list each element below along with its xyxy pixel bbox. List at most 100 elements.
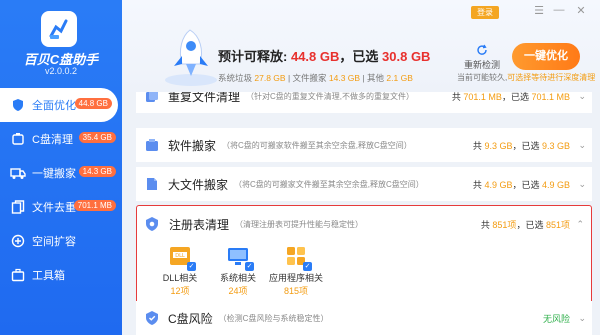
subitem-label: 应用程序相关 xyxy=(268,273,323,283)
deep-clean-hint: 当前可能较久,可选择等待进行深度清理 xyxy=(457,72,595,83)
subitem-count: 24项 xyxy=(228,286,248,296)
list-item-c-risk[interactable]: C盘风险 （检测C盘风险与系统稳定性） 无风险 ⌄ xyxy=(136,301,592,335)
chevron-down-icon[interactable]: ⌄ xyxy=(578,92,586,102)
stat-selected: 701.1 MB xyxy=(531,92,570,102)
sidebar-item-c-clean[interactable]: C盘清理 35.4 GB xyxy=(0,122,122,156)
chevron-down-icon[interactable]: ⌄ xyxy=(578,179,586,190)
size-badge: 44.8 GB xyxy=(74,98,112,109)
hint-prefix: 当前可能较久, xyxy=(457,73,508,82)
size-badge: 14.3 GB xyxy=(78,166,116,177)
toolbox-icon xyxy=(10,267,26,283)
checkbox-checked[interactable]: ✓ xyxy=(245,262,254,271)
dll-icon: DLL ✓ xyxy=(167,246,196,271)
stat-mid: ，已选 xyxy=(516,219,544,230)
headline-prefix: 预计可释放: xyxy=(218,49,288,64)
sidebar-item-label: 工具箱 xyxy=(32,270,65,282)
stat-selected: 4.9 GB xyxy=(541,179,570,190)
risk-status: 无风险 xyxy=(542,313,570,324)
sidebar-item-label: C盘清理 xyxy=(32,134,73,146)
rescan-button[interactable]: 重新检测 xyxy=(462,44,502,71)
list-item-software-move[interactable]: 软件搬家 （将C盘的可搬家软件搬至其余空余盘,释放C盘空间） 共 9.3 GB，… xyxy=(136,128,592,162)
list-item-bigfile-move[interactable]: 大文件搬家 （将C盘的可搬家文件搬至其余空余盘,释放C盘空间） 共 4.9 GB… xyxy=(136,167,592,201)
app-logo-icon xyxy=(41,11,77,47)
big-file-icon xyxy=(147,178,157,190)
rocket-icon xyxy=(165,29,217,86)
sidebar-item-dedupe[interactable]: 文件去重 701.1 MB xyxy=(0,190,122,224)
row-desc: （将C盘的可搬家软件搬至其余空余盘,释放C盘空间） xyxy=(222,140,412,150)
row-desc: （针对C盘的重复文件清理,不做多的重复文件） xyxy=(246,92,415,101)
sidebar-item-label: 文件去重 xyxy=(32,202,76,214)
files-icon xyxy=(10,199,26,215)
duplicate-icon xyxy=(146,92,158,102)
row-stat: 共 851项，已选 851项 xyxy=(481,218,570,231)
sidebar-item-label: 一键搬家 xyxy=(32,168,76,180)
list-item-duplicate-clean[interactable]: 重复文件清理 （针对C盘的重复文件清理,不做多的重复文件） 共 701.1 MB… xyxy=(136,92,592,113)
subitem-label: 系统相关 xyxy=(219,273,256,283)
subitem-dll[interactable]: DLL ✓ DLL相关 12项 xyxy=(151,246,209,297)
stat-prefix: 共 xyxy=(451,92,461,102)
optimize-list: 重复文件清理 （针对C盘的重复文件清理,不做多的重复文件） 共 701.1 MB… xyxy=(136,92,592,335)
header: 登录 ☰ — ✕ 预计可释放: 44.8 GB，已选 30.8 GB 系统垃圾 … xyxy=(122,0,600,92)
move-label: 文件搬家 xyxy=(292,73,327,83)
selected-amount: 30.8 GB xyxy=(382,49,431,64)
release-headline: 预计可释放: 44.8 GB，已选 30.8 GB xyxy=(218,46,430,65)
menu-icon[interactable]: ☰ xyxy=(532,4,546,17)
one-click-optimize-button[interactable]: 一键优化 xyxy=(512,43,580,70)
stat-total: 9.3 GB xyxy=(484,140,513,151)
truck-icon xyxy=(10,165,26,181)
sidebar-item-move[interactable]: 一键搬家 14.3 GB xyxy=(0,156,122,190)
subitem-label: DLL相关 xyxy=(162,273,198,283)
chevron-up-icon[interactable]: ⌃ xyxy=(576,219,584,230)
row-title: 大文件搬家 xyxy=(168,177,229,192)
release-breakdown: 系统垃圾 27.8 GB | 文件搬家 14.3 GB | 其他 2.1 GB xyxy=(218,72,413,84)
sidebar-item-toolbox[interactable]: 工具箱 xyxy=(0,258,122,292)
close-icon[interactable]: ✕ xyxy=(574,4,588,17)
stat-mid: ，已选 xyxy=(512,140,540,151)
expand-icon xyxy=(10,233,26,249)
separator: | xyxy=(285,73,293,83)
subitem-apps[interactable]: ✓ 应用程序相关 815项 xyxy=(267,246,325,297)
deep-clean-link[interactable]: 可选择等待进行深度清理 xyxy=(507,73,595,82)
stat-prefix: 共 xyxy=(472,179,482,190)
login-button[interactable]: 登录 xyxy=(471,6,499,19)
broom-icon xyxy=(10,131,26,147)
stat-mid: ，已选 xyxy=(512,179,540,190)
stat-prefix: 共 xyxy=(472,140,482,151)
svg-text:DLL: DLL xyxy=(175,253,185,259)
row-desc: （检测C盘风险与系统稳定性） xyxy=(218,313,329,323)
size-badge: 35.4 GB xyxy=(78,132,116,143)
subitem-system[interactable]: ✓ 系统相关 24项 xyxy=(209,246,267,297)
separator: | xyxy=(360,73,368,83)
registry-clean-header[interactable]: 注册表清理 （清理注册表可提升性能与稳定性） 共 851项，已选 851项 ⌃ xyxy=(137,210,590,238)
apps-grid-icon: ✓ xyxy=(283,246,312,271)
stat-total: 701.1 MB xyxy=(463,92,502,102)
software-box-icon xyxy=(146,139,158,151)
row-title: C盘风险 xyxy=(168,311,213,326)
chevron-down-icon[interactable]: ⌄ xyxy=(578,313,586,324)
sidebar-item-expand[interactable]: 空间扩容 xyxy=(0,224,122,258)
row-title: 重复文件清理 xyxy=(168,92,241,104)
minimize-icon[interactable]: — xyxy=(552,4,566,16)
registry-icon xyxy=(146,217,158,231)
registry-subitems: DLL ✓ DLL相关 12项 ✓ 系统相关 24项 ✓ 应用程序相关 815项 xyxy=(151,246,325,297)
chevron-down-icon[interactable]: ⌄ xyxy=(578,140,586,151)
move-value: 14.3 GB xyxy=(328,73,361,83)
stat-prefix: 共 xyxy=(480,219,490,230)
rescan-label: 重新检测 xyxy=(463,60,500,70)
stat-total: 851项 xyxy=(492,219,517,230)
checkbox-checked[interactable]: ✓ xyxy=(187,262,196,271)
stat-selected: 9.3 GB xyxy=(541,140,570,151)
shield-risk-icon xyxy=(146,311,158,325)
stat-selected: 851项 xyxy=(545,219,570,230)
sidebar-item-label: 空间扩容 xyxy=(32,236,76,248)
row-stat: 共 4.9 GB，已选 4.9 GB xyxy=(473,178,570,191)
monitor-icon: ✓ xyxy=(225,246,254,271)
subitem-count: 12项 xyxy=(170,286,190,296)
row-desc: （将C盘的可搬家文件搬至其余空余盘,释放C盘空间） xyxy=(234,179,424,189)
junk-label: 系统垃圾 xyxy=(218,73,253,83)
checkbox-checked[interactable]: ✓ xyxy=(303,262,312,271)
registry-clean-panel: 注册表清理 （清理注册表可提升性能与稳定性） 共 851项，已选 851项 ⌃ … xyxy=(136,205,592,315)
shield-icon xyxy=(10,97,26,113)
headline-mid: ，已选 xyxy=(339,49,379,64)
sidebar-item-full-optimize[interactable]: 全面优化 44.8 GB xyxy=(0,88,118,122)
